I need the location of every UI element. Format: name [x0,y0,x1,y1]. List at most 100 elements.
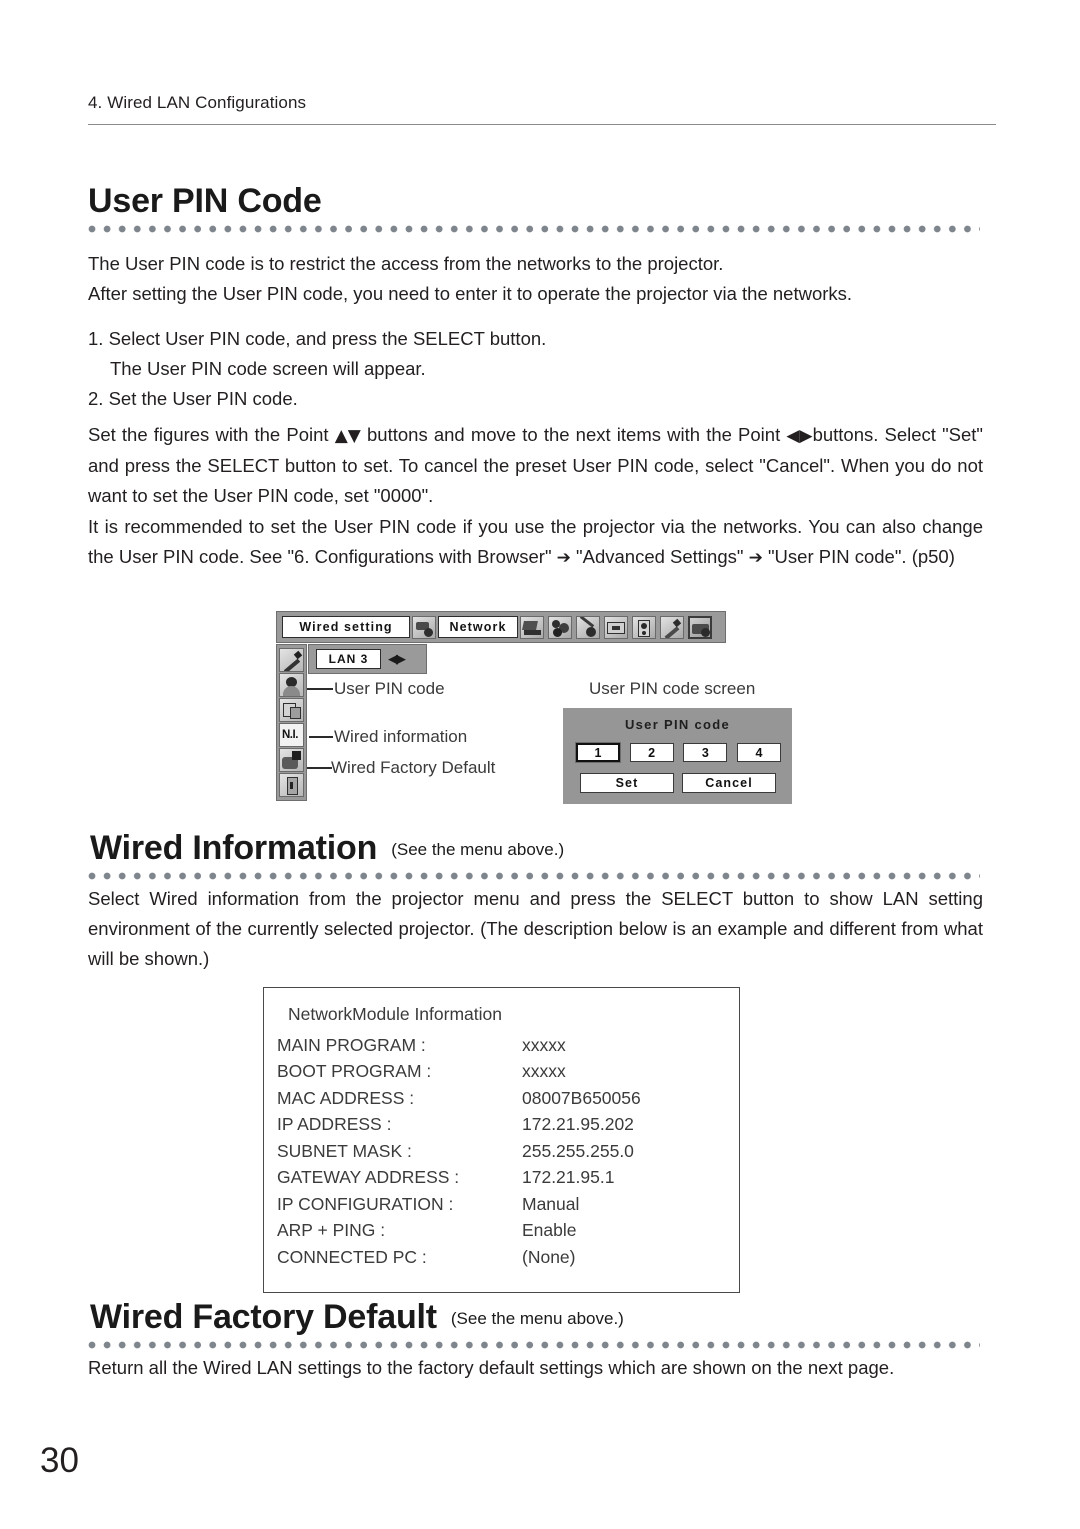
row-value: 172.21.95.1 [522,1167,615,1188]
step-1-sub: The User PIN code screen will appear. [110,358,426,379]
row-value: xxxxx [522,1061,566,1082]
callout-user-pin-code: User PIN code [334,679,445,698]
color-adjust-icon[interactable] [548,615,572,639]
osd-wired-setting-label: Wired setting [282,616,410,638]
dialog-actions: Set Cancel [580,773,776,793]
pin-digit-1[interactable]: 1 [576,743,620,762]
setting-panel-icon[interactable] [632,615,656,639]
left-right-arrow-icon[interactable]: ◀▶ [388,652,406,667]
section-note: (See the menu above.) [391,840,565,859]
wired-setting-icon[interactable] [279,698,304,722]
row-key: GATEWAY ADDRESS : [277,1167,460,1188]
user-pin-code-icon[interactable] [279,673,304,697]
recommend-text-b: "Advanced Settings" [570,546,749,567]
osd-side-icon-column: N.I. [276,644,307,801]
intro-line-2: After setting the User PIN code, you nee… [88,283,853,304]
set-button[interactable]: Set [580,773,674,793]
row-key: ARP + PING : [277,1220,386,1241]
table-row: ARP + PING : Enable [277,1218,729,1245]
row-value: Manual [522,1193,580,1214]
sound-icon[interactable] [576,615,600,639]
display-icon[interactable] [520,615,544,639]
factory-default-paragraph: Return all the Wired LAN settings to the… [88,1357,895,1378]
dialog-title: User PIN code [624,717,731,732]
steps-list: 1. Select User PIN code, and press the S… [88,324,988,414]
step-2: 2. Set the User PIN code. [88,388,298,409]
network-module-information-box: NetworkModule Information MAIN PROGRAM :… [263,987,740,1293]
section-heading-wired-factory-default: Wired Factory Default (See the menu above… [90,1298,624,1337]
left-arrow-icon: ◀ [786,426,800,446]
row-value: 08007B650056 [522,1087,641,1108]
row-key: IP ADDRESS : [277,1114,392,1135]
leader-line [307,688,333,690]
pin-digit-group: 1 2 3 4 [576,743,781,762]
table-row: SUBNET MASK : 255.255.255.0 [277,1138,729,1165]
header-divider [88,124,996,125]
osd-top-bar: Wired setting Network [276,611,726,643]
network-info-icon[interactable]: N.I. [279,723,304,747]
pin-screen-caption: User PIN code screen [589,679,756,698]
osd-lan-selector-row: LAN 3 ◀▶ [308,644,427,674]
pointer-icon[interactable] [660,615,684,639]
leader-line [307,767,332,769]
pin-digit-4[interactable]: 4 [736,743,781,762]
dotted-divider [88,225,980,233]
cancel-button[interactable]: Cancel [682,773,776,793]
table-row: IP CONFIGURATION : Manual [277,1191,729,1218]
right-arrow-icon: ➔ [748,548,763,568]
info-row-list: MAIN PROGRAM : xxxxx BOOT PROGRAM : xxxx… [277,1032,729,1271]
section-heading-user-pin-code: User PIN Code [88,182,322,221]
callout-wired-factory-default: Wired Factory Default [331,758,496,777]
row-value: (None) [522,1246,576,1267]
dotted-divider [88,872,980,880]
up-down-arrow-icon: ▲▼ [334,426,362,446]
wired-factory-default-icon[interactable] [279,748,304,772]
step-1: 1. Select User PIN code, and press the S… [88,328,547,349]
intro-line-1: The User PIN code is to restrict the acc… [88,253,724,274]
pin-digit-3[interactable]: 3 [683,743,728,762]
right-arrow-icon: ➔ [556,548,571,568]
set-text-b: buttons and move to the next items with … [360,424,787,445]
callout-wired-information: Wired information [334,727,468,746]
osd-lan-value[interactable]: LAN 3 [316,649,381,669]
pointer-tool-icon[interactable] [279,648,304,672]
row-key: IP CONFIGURATION : [277,1193,454,1214]
network-module-icon[interactable] [412,615,436,639]
section-title: Wired Factory Default [90,1298,437,1336]
row-value: 172.21.95.202 [522,1114,634,1135]
right-arrow-icon: ▶ [799,426,813,446]
section-title: Wired Information [90,829,378,867]
recommend-text-c: "User PIN code". (p50) [762,546,955,567]
leader-line [309,736,333,738]
row-key: SUBNET MASK : [277,1140,412,1161]
exit-icon[interactable] [279,773,304,797]
pin-digit-2[interactable]: 2 [629,743,674,762]
screen-icon[interactable] [604,615,628,639]
table-row: MAC ADDRESS : 08007B650056 [277,1085,729,1112]
row-value: 255.255.255.0 [522,1140,634,1161]
row-key: MAIN PROGRAM : [277,1034,426,1055]
wired-information-paragraph: Select Wired information from the projec… [88,888,983,969]
recommendation-paragraph: It is recommended to set the User PIN co… [88,512,983,573]
page-number: 30 [40,1441,79,1480]
intro-paragraph: The User PIN code is to restrict the acc… [88,249,988,309]
row-key: CONNECTED PC : [277,1246,427,1267]
table-row: GATEWAY ADDRESS : 172.21.95.1 [277,1165,729,1192]
row-value: xxxxx [522,1034,566,1055]
section-note: (See the menu above.) [450,1309,624,1328]
table-row: MAIN PROGRAM : xxxxx [277,1032,729,1059]
row-value: Enable [522,1220,577,1241]
section-title: User PIN Code [88,182,322,220]
osd-network-label: Network [438,616,518,638]
row-key: BOOT PROGRAM : [277,1061,432,1082]
section-heading-wired-information: Wired Information (See the menu above.) [90,829,564,868]
set-figures-paragraph: Set the figures with the Point ▲▼ button… [88,420,983,511]
table-row: BOOT PROGRAM : xxxxx [277,1059,729,1086]
dotted-divider [88,1341,980,1349]
user-pin-code-dialog: User PIN code 1 2 3 4 Set Cancel [563,708,792,804]
info-box-title: NetworkModule Information [288,1004,502,1024]
table-row: IP ADDRESS : 172.21.95.202 [277,1112,729,1139]
set-text-a: Set the figures with the Point [88,424,335,445]
row-key: MAC ADDRESS : [277,1087,415,1108]
network-selected-icon[interactable] [688,615,712,639]
